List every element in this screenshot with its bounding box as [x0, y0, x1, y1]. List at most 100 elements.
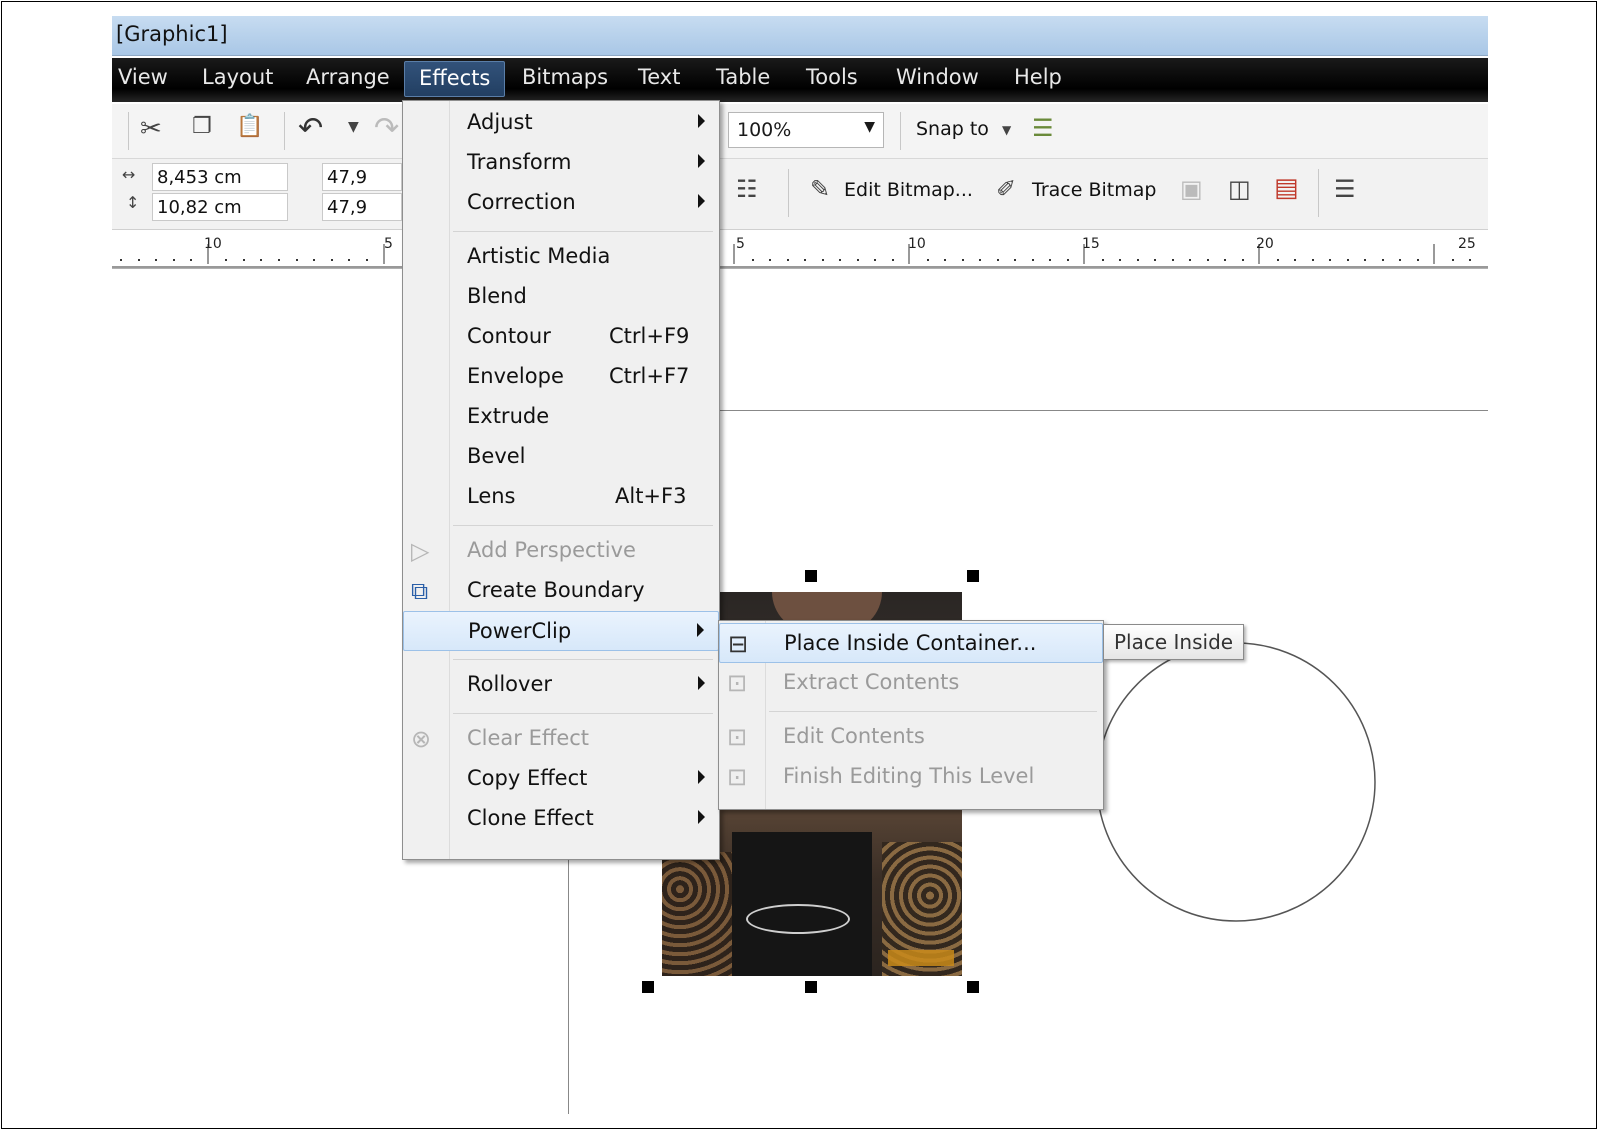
trace-bitmap-icon[interactable]: ✐: [996, 177, 1016, 201]
scale-y-field[interactable]: 47,9: [322, 193, 402, 221]
menu-item-rollover[interactable]: Rollover: [403, 665, 719, 705]
trace-bitmap-button[interactable]: Trace Bitmap: [1032, 179, 1156, 201]
selection-handle[interactable]: [805, 981, 817, 993]
edit-bitmap-button[interactable]: Edit Bitmap...: [844, 179, 973, 201]
menu-item-label: Clone Effect: [467, 806, 594, 830]
snap-options-icon[interactable]: ☰: [1032, 116, 1054, 140]
selection-handle[interactable]: [642, 981, 654, 993]
menu-item-clear-effect[interactable]: ⊗ Clear Effect: [403, 719, 719, 759]
zoom-select[interactable]: 100% ▼: [728, 112, 884, 148]
menu-item-label: Extrude: [467, 404, 550, 428]
menu-item-shortcut: Ctrl+F7: [609, 364, 690, 388]
menu-item-correction[interactable]: Correction: [403, 183, 719, 223]
scissors-icon[interactable]: ✂: [140, 116, 162, 142]
undo-icon[interactable]: ↶: [298, 114, 323, 144]
menu-tools[interactable]: Tools: [806, 65, 858, 89]
menu-item-label: Finish Editing This Level: [783, 764, 1035, 788]
menu-layout[interactable]: Layout: [202, 65, 273, 89]
scale-x-field[interactable]: 47,9: [322, 163, 402, 191]
menu-item-finish-editing[interactable]: ⊡ Finish Editing This Level: [719, 757, 1103, 797]
height-field[interactable]: 10,82 cm: [152, 193, 288, 221]
photo-detail: [746, 904, 850, 934]
snap-dropdown-icon[interactable]: ▼: [1002, 124, 1011, 136]
menu-item-powerclip[interactable]: PowerClip: [403, 611, 719, 651]
menu-item-artistic-media[interactable]: Artistic Media: [403, 237, 719, 277]
menu-item-label: Extract Contents: [783, 670, 960, 694]
tooltip: Place Inside: [1103, 624, 1245, 660]
copy-icon[interactable]: ❐: [192, 116, 212, 138]
menu-item-blend[interactable]: Blend: [403, 277, 719, 317]
submenu-arrow-icon: [697, 623, 704, 637]
width-icon: ↔: [122, 165, 136, 184]
property-bar: ↔ 8,453 cm ↕ 10,82 cm 47,9 47,9 ☷ ✎ Edit…: [112, 159, 1488, 230]
submenu-arrow-icon: [698, 194, 705, 208]
wrap-text-icon[interactable]: ☰: [1334, 177, 1356, 201]
horizontal-ruler[interactable]: 10 5 5 10 15 20 25: [112, 230, 1488, 269]
menu-item-adjust[interactable]: Adjust: [403, 103, 719, 143]
menu-item-place-inside-container[interactable]: ⊟ Place Inside Container...: [719, 623, 1103, 663]
menu-arrange[interactable]: Arrange: [306, 65, 390, 89]
menu-item-shortcut: Alt+F3: [615, 484, 687, 508]
menu-bar: View Layout Arrange Effects Bitmaps Text…: [112, 58, 1488, 102]
align-icon[interactable]: ☷: [736, 177, 758, 201]
extract-contents-icon: ⊡: [727, 669, 748, 697]
menu-view[interactable]: View: [118, 65, 168, 89]
menu-window[interactable]: Window: [896, 65, 979, 89]
ruler-label: 5: [384, 236, 393, 252]
menu-item-clone-effect[interactable]: Clone Effect: [403, 799, 719, 839]
submenu-arrow-icon: [698, 114, 705, 128]
crop-bitmap-icon[interactable]: ▣: [1180, 177, 1203, 201]
menu-item-lens[interactable]: Lens Alt+F3: [403, 477, 719, 517]
zoom-value: 100%: [737, 119, 792, 141]
menu-table[interactable]: Table: [716, 65, 770, 89]
toolbar-separator: [128, 112, 129, 150]
menu-item-bevel[interactable]: Bevel: [403, 437, 719, 477]
menu-item-extrude[interactable]: Extrude: [403, 397, 719, 437]
selection-handle[interactable]: [805, 570, 817, 582]
bitmap-color-mask-icon[interactable]: ▤: [1274, 175, 1299, 201]
snap-to-button[interactable]: Snap to: [916, 118, 989, 140]
menu-item-label: Correction: [467, 190, 576, 214]
redo-icon[interactable]: ↷: [374, 114, 399, 144]
undo-dropdown-icon[interactable]: ▼: [348, 120, 359, 134]
edit-contents-icon: ⊡: [727, 723, 748, 751]
place-inside-icon: ⊟: [728, 630, 749, 658]
paste-icon[interactable]: 📋: [236, 116, 263, 138]
ruler-label: 20: [1256, 236, 1274, 252]
menu-item-copy-effect[interactable]: Copy Effect: [403, 759, 719, 799]
ruler-label: 10: [204, 236, 222, 252]
width-field[interactable]: 8,453 cm: [152, 163, 288, 191]
toolbar-separator: [900, 112, 901, 150]
menu-text[interactable]: Text: [638, 65, 680, 89]
standard-toolbar: ✂ ❐ 📋 ↶ ▼ ↷ 100% ▼ Snap to ▼ ☰: [112, 104, 1488, 159]
menu-item-label: PowerClip: [468, 619, 572, 643]
toolbar-separator: [1318, 169, 1319, 217]
menu-help[interactable]: Help: [1014, 65, 1062, 89]
menu-item-label: Lens: [467, 484, 516, 508]
selection-handle[interactable]: [967, 570, 979, 582]
photo-watermark: [888, 950, 954, 966]
menu-item-label: Artistic Media: [467, 244, 611, 268]
boundary-icon: ⧉: [411, 577, 429, 605]
effects-menu: Adjust Transform Correction Artistic Med…: [402, 100, 720, 860]
menu-bitmaps[interactable]: Bitmaps: [522, 65, 608, 89]
circle-container[interactable]: [1096, 640, 1384, 928]
menu-separator: [453, 713, 713, 714]
selection-handle[interactable]: [967, 981, 979, 993]
submenu-arrow-icon: [698, 154, 705, 168]
menu-effects[interactable]: Effects: [404, 61, 506, 97]
powerclip-submenu: ⊟ Place Inside Container... ⊡ Extract Co…: [718, 620, 1104, 810]
menu-item-label: Copy Effect: [467, 766, 588, 790]
menu-item-transform[interactable]: Transform: [403, 143, 719, 183]
resample-icon[interactable]: ◫: [1228, 177, 1251, 201]
menu-item-add-perspective[interactable]: ▷ Add Perspective: [403, 531, 719, 571]
menu-item-create-boundary[interactable]: ⧉ Create Boundary: [403, 571, 719, 611]
menu-item-envelope[interactable]: Envelope Ctrl+F7: [403, 357, 719, 397]
menu-item-label: Place Inside Container...: [784, 631, 1037, 655]
menu-separator: [453, 525, 713, 526]
edit-bitmap-icon[interactable]: ✎: [810, 177, 830, 201]
menu-item-extract-contents[interactable]: ⊡ Extract Contents: [719, 663, 1103, 703]
menu-item-edit-contents[interactable]: ⊡ Edit Contents: [719, 717, 1103, 757]
menu-item-contour[interactable]: Contour Ctrl+F9: [403, 317, 719, 357]
menu-item-label: Bevel: [467, 444, 526, 468]
